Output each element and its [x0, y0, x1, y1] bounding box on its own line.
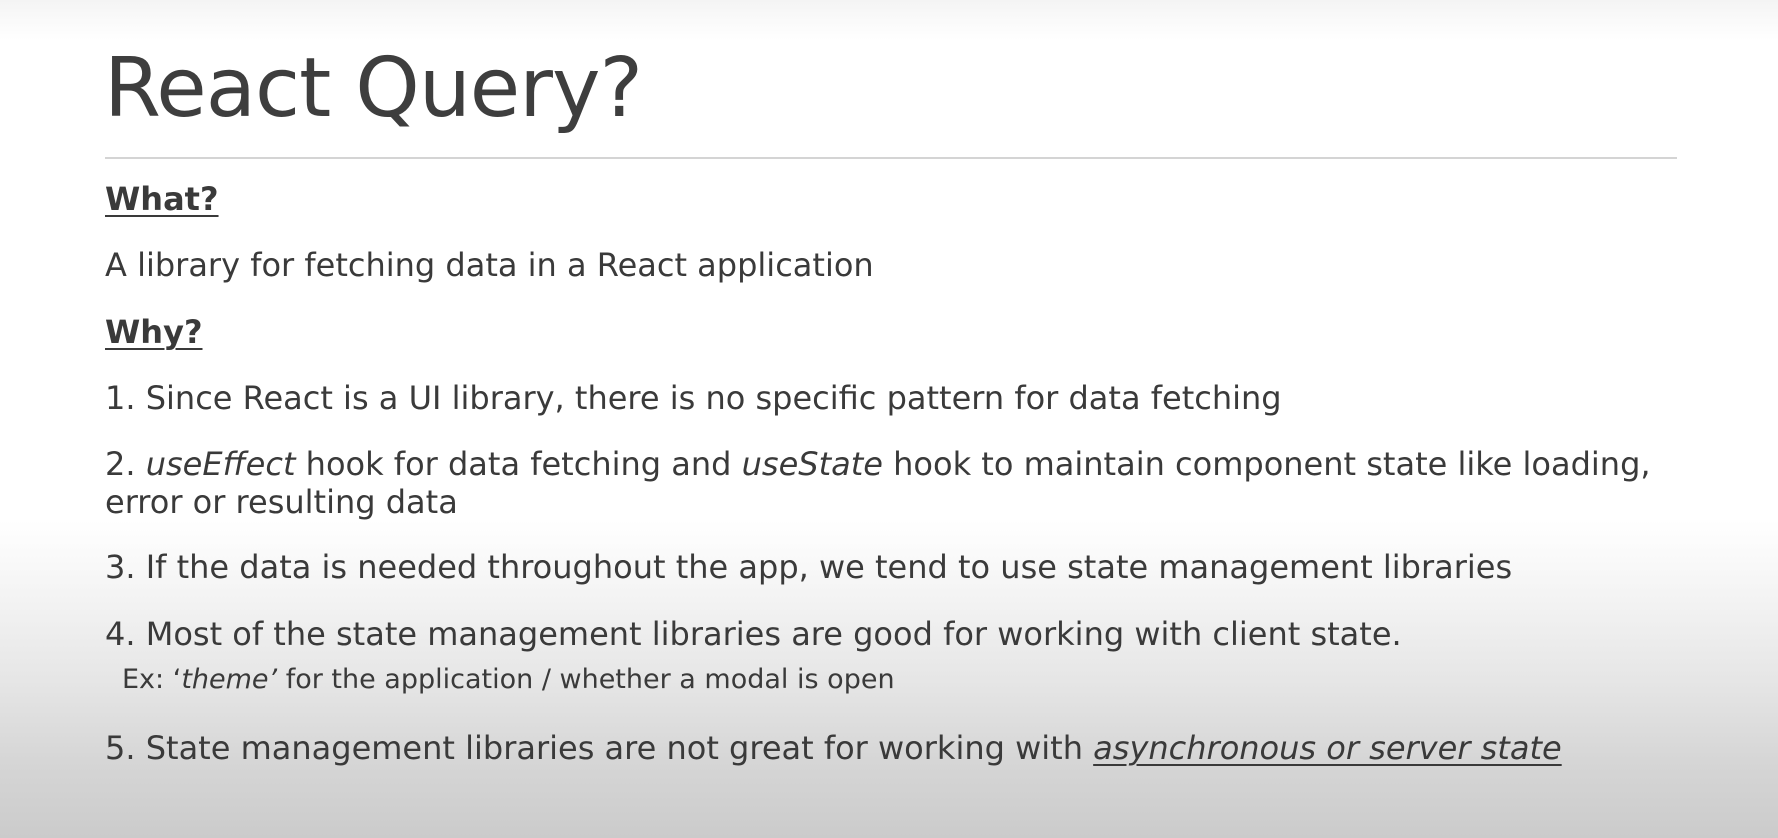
point-4: 4. Most of the state management librarie… — [105, 615, 1402, 653]
point-2-end: hook to maintain component state like lo… — [882, 445, 1651, 483]
point-5-emphasis: asynchronous or server state — [1093, 729, 1562, 767]
point-4-example: Ex: ‘theme’ for the application / whethe… — [122, 664, 895, 696]
point-4-example-suffix: for the application / whether a modal is… — [277, 664, 895, 695]
point-5-text: 5. State management libraries are not gr… — [105, 729, 1094, 767]
slide: React Query? What? A library for fetchin… — [0, 0, 1778, 838]
point-4-example-prefix: Ex: ‘ — [122, 664, 182, 695]
point-2-line-2: error or resulting data — [105, 483, 458, 521]
point-2: 2. useEffect hook for data fetching and … — [105, 445, 1651, 483]
point-2-middle: hook for data fetching and — [295, 445, 742, 483]
point-3: 3. If the data is needed throughout the … — [105, 548, 1513, 586]
what-heading: What? — [105, 180, 219, 218]
what-description: A library for fetching data in a React a… — [105, 246, 874, 284]
point-1: 1. Since React is a UI library, there is… — [105, 379, 1282, 417]
point-2-useeffect: useEffect — [145, 445, 296, 483]
slide-title: React Query? — [104, 41, 643, 136]
why-heading: Why? — [105, 313, 203, 351]
point-5: 5. State management libraries are not gr… — [105, 729, 1562, 767]
point-4-example-theme: theme’ — [181, 664, 278, 695]
point-2-number: 2. — [105, 445, 146, 483]
title-divider — [105, 157, 1677, 159]
point-2-usestate: useState — [741, 445, 883, 483]
